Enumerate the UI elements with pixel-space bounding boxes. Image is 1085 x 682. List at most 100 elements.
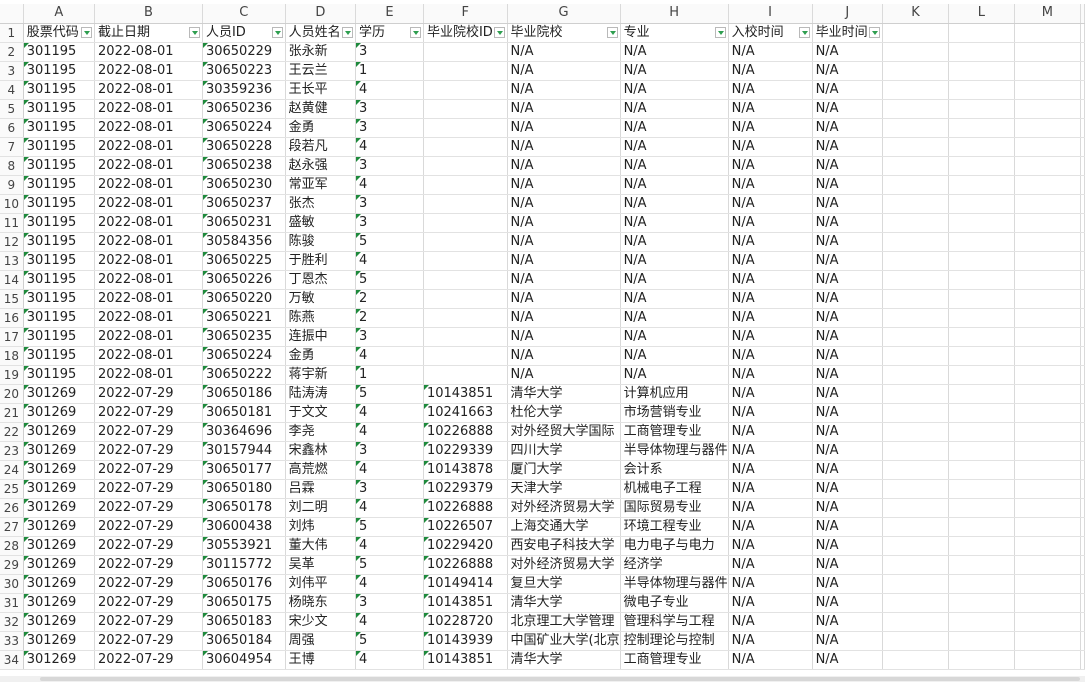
cell-f[interactable] [423,194,508,214]
column-header-c[interactable]: C [202,4,286,24]
cell-h[interactable]: 会计系 [620,460,729,480]
cell-g[interactable]: N/A [507,61,621,81]
table-row[interactable]: 25 301269 2022-07-29 30650180 吕霖 3 10229379 天津大… [0,479,1085,499]
cell-a[interactable]: 301269 [23,498,96,518]
cell-e[interactable]: 5 [355,517,424,537]
table-row[interactable]: 18 301195 2022-08-01 30650224 金勇 4 N/A N/A N/A N/… [0,346,1085,366]
cell-d[interactable]: 金勇 [285,346,357,366]
cell-i[interactable]: N/A [728,574,813,594]
cell-j[interactable]: N/A [812,650,884,670]
cell-i[interactable]: N/A [728,99,813,119]
cell-a[interactable]: 301195 [23,99,96,119]
header-cell-e[interactable]: 学历 [355,23,424,43]
horizontal-scrollbar[interactable] [0,676,1085,682]
cell-a[interactable]: 301195 [23,289,96,309]
cell-f[interactable]: 10226888 [423,555,508,575]
cell-f[interactable] [423,61,508,81]
cell-k[interactable] [882,327,949,347]
table-row[interactable]: 9 301195 2022-08-01 30650230 常亚军 4 N/A N/A N/A N/… [0,175,1085,195]
cell-c[interactable]: 30650229 [202,42,286,62]
row-header[interactable]: 31 [0,593,24,613]
row-header[interactable]: 5 [0,99,24,119]
cell-m[interactable] [1014,232,1082,252]
column-header-i[interactable]: I [728,4,813,24]
cell-l[interactable] [948,517,1015,537]
cell-k[interactable] [882,346,949,366]
cell-j[interactable]: N/A [812,80,884,100]
cell-g[interactable]: 清华大学 [507,593,621,613]
cell-e[interactable]: 4 [355,422,424,442]
cell-h[interactable]: N/A [620,308,729,328]
cell-a[interactable]: 301195 [23,137,96,157]
cell-k[interactable] [882,232,949,252]
cell-m[interactable] [1014,479,1082,499]
row-header[interactable]: 33 [0,631,24,651]
cell-h[interactable]: N/A [620,156,729,176]
cell-h[interactable]: 经济学 [620,555,729,575]
cell-g[interactable]: N/A [507,213,621,233]
cell-a[interactable]: 301269 [23,441,96,461]
cell-g[interactable]: N/A [507,80,621,100]
cell-e[interactable]: 5 [355,232,424,252]
cell-k[interactable] [882,574,949,594]
cell-k[interactable] [882,175,949,195]
cell-e[interactable]: 4 [355,175,424,195]
cell-i[interactable]: N/A [728,612,813,632]
cell-l[interactable] [948,251,1015,271]
cell-h[interactable]: N/A [620,61,729,81]
cell-g[interactable]: 杜伦大学 [507,403,621,423]
cell-d[interactable]: 蒋宇新 [285,365,357,385]
cell-k[interactable] [882,441,949,461]
sheet-row-1[interactable]: 1 股票代码 截止日期 人员ID 人员姓名 学历 毕业院校ID 毕业院校 专业 入校时间 毕业时间 [0,23,1085,43]
row-header[interactable]: 16 [0,308,24,328]
cell-e[interactable]: 4 [355,80,424,100]
cell-l[interactable] [948,441,1015,461]
cell-h[interactable]: 半导体物理与器件 [620,574,729,594]
cell-j[interactable]: N/A [812,441,884,461]
cell-m[interactable] [1014,42,1082,62]
cell-d[interactable]: 李尧 [285,422,357,442]
cell-d[interactable]: 王云兰 [285,61,357,81]
table-row[interactable]: 14 301195 2022-08-01 30650226 丁恩杰 5 N/A N/A N/A N… [0,270,1085,290]
cell-a[interactable]: 301269 [23,650,96,670]
cell-i[interactable]: N/A [728,536,813,556]
cell-f[interactable] [423,327,508,347]
cell-e[interactable]: 4 [355,460,424,480]
cell-i[interactable]: N/A [728,80,813,100]
cell-c[interactable]: 30650226 [202,270,286,290]
row-header[interactable]: 23 [0,441,24,461]
cell-a[interactable]: 301269 [23,479,96,499]
cell-h[interactable]: 市场营销专业 [620,403,729,423]
cell-c[interactable]: 30650183 [202,612,286,632]
row-header[interactable]: 18 [0,346,24,366]
cell-j[interactable]: N/A [812,289,884,309]
cell-f[interactable]: 10241663 [423,403,508,423]
cell-c[interactable]: 30650184 [202,631,286,651]
cell-k[interactable] [882,555,949,575]
row-header[interactable]: 34 [0,650,24,670]
cell-f[interactable]: 10228720 [423,612,508,632]
cell-i[interactable]: N/A [728,365,813,385]
cell-d[interactable]: 常亚军 [285,175,357,195]
cell-f[interactable] [423,365,508,385]
cell-e[interactable]: 3 [355,194,424,214]
cell-b[interactable]: 2022-08-01 [94,308,203,328]
cell-e[interactable]: 3 [355,441,424,461]
cell-m[interactable] [1014,61,1082,81]
table-row[interactable]: 28 301269 2022-07-29 30553921 董大伟 4 10229420 西安… [0,536,1085,556]
cell-a[interactable]: 301195 [23,175,96,195]
header-cell-g[interactable]: 毕业院校 [507,23,621,43]
cell-m[interactable] [1014,574,1082,594]
table-row[interactable]: 21 301269 2022-07-29 30650181 于文文 4 10241663 杜伦… [0,403,1085,423]
cell-k[interactable] [882,460,949,480]
row-header[interactable]: 24 [0,460,24,480]
cell-g[interactable]: 对外经济贸易大学 [507,555,621,575]
cell-d[interactable]: 高荒燃 [285,460,357,480]
cell-i[interactable]: N/A [728,175,813,195]
header-cell-i[interactable]: 入校时间 [728,23,813,43]
cell-d[interactable]: 王博 [285,650,357,670]
cell-e[interactable]: 4 [355,650,424,670]
cell-i[interactable]: N/A [728,118,813,138]
cell-b[interactable]: 2022-08-01 [94,80,203,100]
table-row[interactable]: 19 301195 2022-08-01 30650222 蒋宇新 1 N/A N/A N/A N… [0,365,1085,385]
